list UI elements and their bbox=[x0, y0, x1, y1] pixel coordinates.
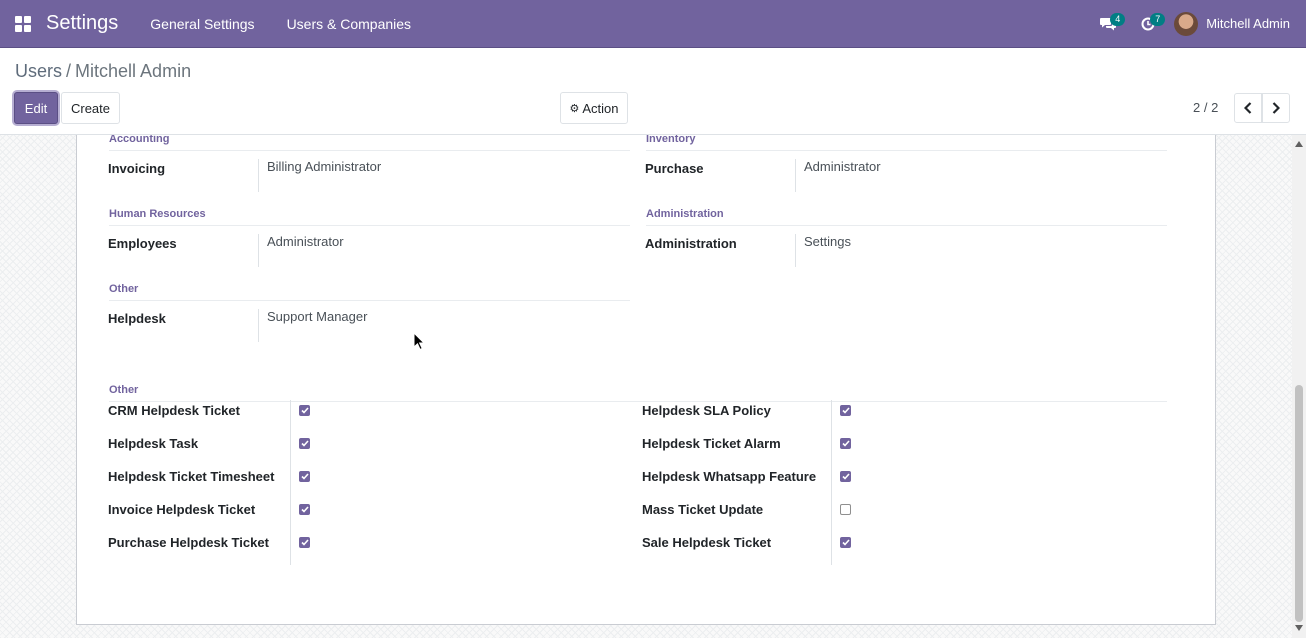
gear-icon: ⚙ bbox=[569, 102, 580, 115]
section-accounting: Accounting bbox=[109, 135, 630, 151]
other-right-checkbox-4[interactable] bbox=[840, 537, 851, 548]
other-left-checkbox-4[interactable] bbox=[299, 537, 310, 548]
breadcrumb-users-link[interactable]: Users bbox=[15, 61, 62, 81]
divider-right bbox=[831, 400, 832, 565]
field-value-purchase[interactable]: Administrator bbox=[795, 159, 881, 192]
checkmark-icon bbox=[300, 440, 309, 447]
other-right-checkbox-1[interactable] bbox=[840, 438, 851, 449]
other-right-label-0: Helpdesk SLA Policy bbox=[642, 403, 771, 418]
activities-badge: 7 bbox=[1150, 12, 1166, 26]
section-human-resources: Human Resources bbox=[109, 208, 630, 226]
breadcrumb-current: Mitchell Admin bbox=[75, 61, 192, 81]
divider-left bbox=[290, 400, 291, 565]
pager-value[interactable]: 2 / 2 bbox=[1193, 100, 1218, 115]
field-value-helpdesk[interactable]: Support Manager bbox=[258, 309, 367, 342]
activities-button[interactable]: 7 bbox=[1128, 0, 1168, 48]
other-right-checkbox-3[interactable] bbox=[840, 504, 851, 515]
avatar bbox=[1174, 11, 1199, 36]
apps-menu-icon[interactable] bbox=[0, 0, 46, 48]
other-right-label-1: Helpdesk Ticket Alarm bbox=[642, 436, 781, 451]
field-value-administration[interactable]: Settings bbox=[795, 234, 851, 267]
section-inventory: Inventory bbox=[646, 135, 1167, 151]
section-other-technical: Other bbox=[109, 384, 1167, 402]
form-sheet: Accounting Invoicing Billing Administrat… bbox=[76, 135, 1216, 625]
field-label-employees: Employees bbox=[108, 236, 177, 251]
messages-badge: 4 bbox=[1110, 12, 1126, 26]
other-left-label-0: CRM Helpdesk Ticket bbox=[108, 403, 240, 418]
field-label-purchase: Purchase bbox=[645, 161, 704, 176]
checkmark-icon bbox=[841, 440, 850, 447]
field-label-helpdesk: Helpdesk bbox=[108, 311, 166, 326]
other-left-label-1: Helpdesk Task bbox=[108, 436, 199, 451]
other-right-label-3: Mass Ticket Update bbox=[642, 502, 764, 517]
checkmark-icon bbox=[300, 506, 309, 513]
checkmark-icon bbox=[841, 473, 850, 480]
other-left-label-2: Helpdesk Ticket Timesheet bbox=[108, 469, 275, 484]
app-title[interactable]: Settings bbox=[46, 12, 118, 35]
other-right-label-4: Sale Helpdesk Ticket bbox=[642, 535, 772, 550]
other-left-checkbox-3[interactable] bbox=[299, 504, 310, 515]
section-administration: Administration bbox=[646, 208, 1167, 226]
create-button[interactable]: Create bbox=[61, 92, 120, 124]
edit-button[interactable]: Edit bbox=[14, 92, 58, 124]
checkmark-icon bbox=[300, 473, 309, 480]
user-name: Mitchell Admin bbox=[1206, 16, 1290, 31]
pager-next-button[interactable] bbox=[1262, 93, 1290, 123]
messages-button[interactable]: 4 bbox=[1088, 0, 1128, 48]
scroll-thumb[interactable] bbox=[1295, 385, 1303, 622]
checkmark-icon bbox=[841, 539, 850, 546]
field-label-invoicing: Invoicing bbox=[108, 161, 166, 176]
chevron-right-icon bbox=[1272, 102, 1280, 114]
other-left-label-4: Purchase Helpdesk Ticket bbox=[108, 535, 269, 550]
field-value-invoicing[interactable]: Billing Administrator bbox=[258, 159, 381, 192]
control-panel: Users / Mitchell Admin Edit Create ⚙ Action… bbox=[0, 48, 1306, 135]
breadcrumb: Users / Mitchell Admin bbox=[15, 61, 191, 82]
checkmark-icon bbox=[841, 407, 850, 414]
form-view-content: Accounting Invoicing Billing Administrat… bbox=[0, 135, 1292, 638]
scroll-down-arrow-icon[interactable] bbox=[1295, 625, 1303, 631]
chevron-left-icon bbox=[1244, 102, 1252, 114]
menu-users-companies[interactable]: Users & Companies bbox=[271, 0, 428, 48]
scroll-up-arrow-icon[interactable] bbox=[1295, 141, 1303, 147]
checkmark-icon bbox=[300, 539, 309, 546]
section-other-access: Other bbox=[109, 283, 630, 301]
field-label-administration: Administration bbox=[645, 236, 737, 251]
pager-previous-button[interactable] bbox=[1234, 93, 1262, 123]
action-label: Action bbox=[582, 100, 619, 116]
other-left-checkbox-0[interactable] bbox=[299, 405, 310, 416]
other-right-checkbox-2[interactable] bbox=[840, 471, 851, 482]
mouse-cursor-icon bbox=[413, 332, 425, 351]
other-left-checkbox-1[interactable] bbox=[299, 438, 310, 449]
checkmark-icon bbox=[300, 407, 309, 414]
other-left-checkbox-2[interactable] bbox=[299, 471, 310, 482]
action-button[interactable]: ⚙ Action bbox=[560, 92, 628, 124]
user-menu[interactable]: Mitchell Admin bbox=[1168, 0, 1306, 48]
field-value-employees[interactable]: Administrator bbox=[258, 234, 344, 267]
content-scrollbar[interactable] bbox=[1292, 135, 1306, 638]
other-right-label-2: Helpdesk Whatsapp Feature bbox=[642, 469, 817, 484]
other-right-checkbox-0[interactable] bbox=[840, 405, 851, 416]
breadcrumb-separator: / bbox=[66, 61, 72, 81]
top-navbar: Settings General Settings Users & Compan… bbox=[0, 0, 1306, 48]
other-left-label-3: Invoice Helpdesk Ticket bbox=[108, 502, 256, 517]
menu-general-settings[interactable]: General Settings bbox=[134, 0, 270, 48]
